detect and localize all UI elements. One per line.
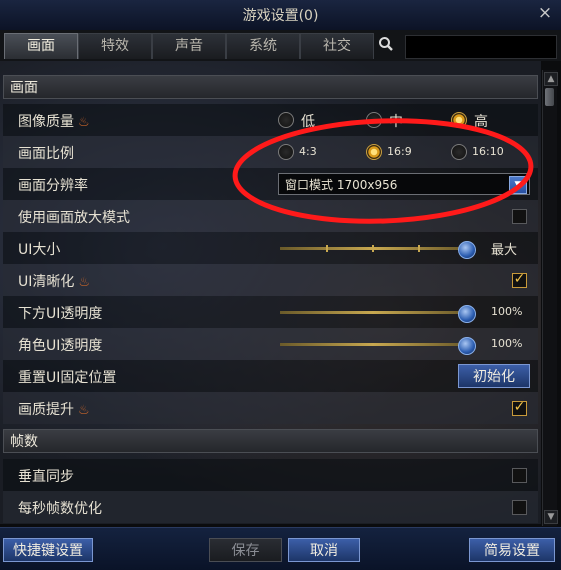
search-icon[interactable] (372, 35, 400, 59)
flame-icon: ♨ (78, 115, 90, 130)
row-ui-sharpen: UI清晰化 ♨ ✓ (3, 264, 538, 296)
radio-aspect-16-9-label: 16:9 (387, 145, 412, 158)
tab-effects[interactable]: 特效 (78, 33, 152, 59)
char-ui-opacity-label: 角色UI透明度 (18, 338, 103, 354)
check-icon: ✓ (513, 399, 526, 415)
scroll-down-icon[interactable]: ▼ (544, 510, 558, 524)
radio-aspect-4-3-label: 4:3 (299, 145, 317, 158)
row-bottom-ui-opacity: 下方UI透明度 100% (3, 296, 538, 328)
bottom-ui-opacity-value: 100% (491, 305, 523, 318)
check-icon: ✓ (513, 271, 526, 287)
shortcut-settings-button[interactable]: 快捷键设置 (3, 538, 93, 562)
char-ui-opacity-slider[interactable] (280, 337, 476, 355)
section-header-framerate: 帧数 (3, 429, 538, 453)
ui-size-value: 最大 (491, 243, 518, 258)
row-reset-ui: 重置UI固定位置 初始化 (3, 360, 538, 392)
ui-size-slider[interactable] (280, 241, 476, 259)
radio-aspect-16-10[interactable] (451, 144, 467, 160)
slider-tick (418, 245, 420, 252)
resolution-select[interactable]: 窗口模式 1700x956 ▼ (278, 173, 530, 195)
row-char-ui-opacity: 角色UI透明度 100% (3, 328, 538, 360)
image-quality-label: 图像质量 ♨ (18, 114, 90, 130)
radio-quality-low-label: 低 (301, 114, 315, 130)
tab-sound[interactable]: 声音 (152, 33, 226, 59)
char-ui-opacity-slider-thumb[interactable] (458, 337, 476, 355)
ui-size-label: UI大小 (18, 242, 61, 258)
resolution-label: 画面分辨率 (18, 178, 88, 194)
chevron-down-icon[interactable]: ▼ (509, 176, 527, 194)
fps-opt-label: 每秒帧数优化 (18, 501, 102, 517)
settings-panel: 画面 图像质量 ♨ 低 中 高 画面比例 4:3 16:9 16:10 画面分辨率… (0, 61, 541, 524)
reset-ui-button[interactable]: 初始化 (458, 364, 530, 388)
window-title: 游戏设置(0) (242, 8, 319, 24)
bottom-ui-opacity-label: 下方UI透明度 (18, 306, 103, 322)
scrollbar[interactable]: ▲ ▼ (542, 70, 558, 526)
row-image-quality: 图像质量 ♨ 低 中 高 (3, 104, 538, 136)
row-vsync: 垂直同步 (3, 459, 538, 491)
zoom-mode-checkbox[interactable] (512, 209, 527, 224)
char-ui-opacity-value: 100% (491, 337, 523, 350)
ui-sharpen-checkbox[interactable]: ✓ (512, 271, 527, 288)
radio-quality-high-label: 高 (474, 114, 488, 130)
row-resolution: 画面分辨率 窗口模式 1700x956 ▼ (3, 168, 538, 200)
quality-boost-label: 画质提升 ♨ (18, 402, 90, 418)
radio-quality-mid-label: 中 (389, 114, 403, 130)
flame-icon: ♨ (78, 403, 90, 418)
slider-tick (372, 245, 374, 252)
vsync-checkbox[interactable] (512, 468, 527, 483)
tab-social[interactable]: 社交 (300, 33, 374, 59)
quality-boost-checkbox[interactable]: ✓ (512, 399, 527, 416)
section-header-display: 画面 (3, 75, 538, 99)
radio-aspect-16-10-label: 16:10 (472, 145, 504, 158)
bottom-ui-opacity-slider-thumb[interactable] (458, 305, 476, 323)
bottom-ui-opacity-slider[interactable] (280, 305, 476, 323)
radio-quality-high[interactable] (451, 112, 467, 128)
reset-ui-label: 重置UI固定位置 (18, 370, 117, 386)
slider-tick (326, 245, 328, 252)
ui-sharpen-label: UI清晰化 ♨ (18, 274, 91, 290)
flame-icon: ♨ (78, 275, 91, 290)
zoom-mode-label: 使用画面放大模式 (18, 210, 130, 226)
radio-quality-mid[interactable] (366, 112, 382, 128)
fps-opt-checkbox[interactable] (512, 500, 527, 515)
row-fps-opt: 每秒帧数优化 (3, 491, 538, 523)
row-aspect-ratio: 画面比例 4:3 16:9 16:10 (3, 136, 538, 168)
scroll-thumb[interactable] (545, 88, 554, 106)
radio-aspect-4-3[interactable] (278, 144, 294, 160)
tab-system[interactable]: 系统 (226, 33, 300, 59)
radio-quality-low[interactable] (278, 112, 294, 128)
cancel-button[interactable]: 取消 (288, 538, 360, 562)
search-input[interactable] (405, 35, 557, 59)
tab-bar: 画面 特效 声音 系统 社交 (0, 30, 561, 61)
scroll-up-icon[interactable]: ▲ (544, 72, 558, 86)
aspect-ratio-label: 画面比例 (18, 146, 74, 162)
row-ui-size: UI大小 最大 (3, 232, 538, 264)
title-bar: 游戏设置(0) × (0, 0, 561, 31)
radio-aspect-16-9[interactable] (366, 144, 382, 160)
footer-bar: 快捷键设置 保存 取消 简易设置 (0, 527, 561, 570)
row-zoom-mode: 使用画面放大模式 (3, 200, 538, 232)
save-button[interactable]: 保存 (209, 538, 282, 562)
vsync-label: 垂直同步 (18, 469, 74, 485)
tab-display[interactable]: 画面 (4, 33, 78, 59)
simple-settings-button[interactable]: 简易设置 (469, 538, 555, 562)
resolution-select-value: 窗口模式 1700x956 (285, 178, 398, 192)
ui-size-slider-thumb[interactable] (458, 241, 476, 259)
row-quality-boost: 画质提升 ♨ ✓ (3, 392, 538, 424)
close-icon[interactable]: × (535, 3, 555, 23)
